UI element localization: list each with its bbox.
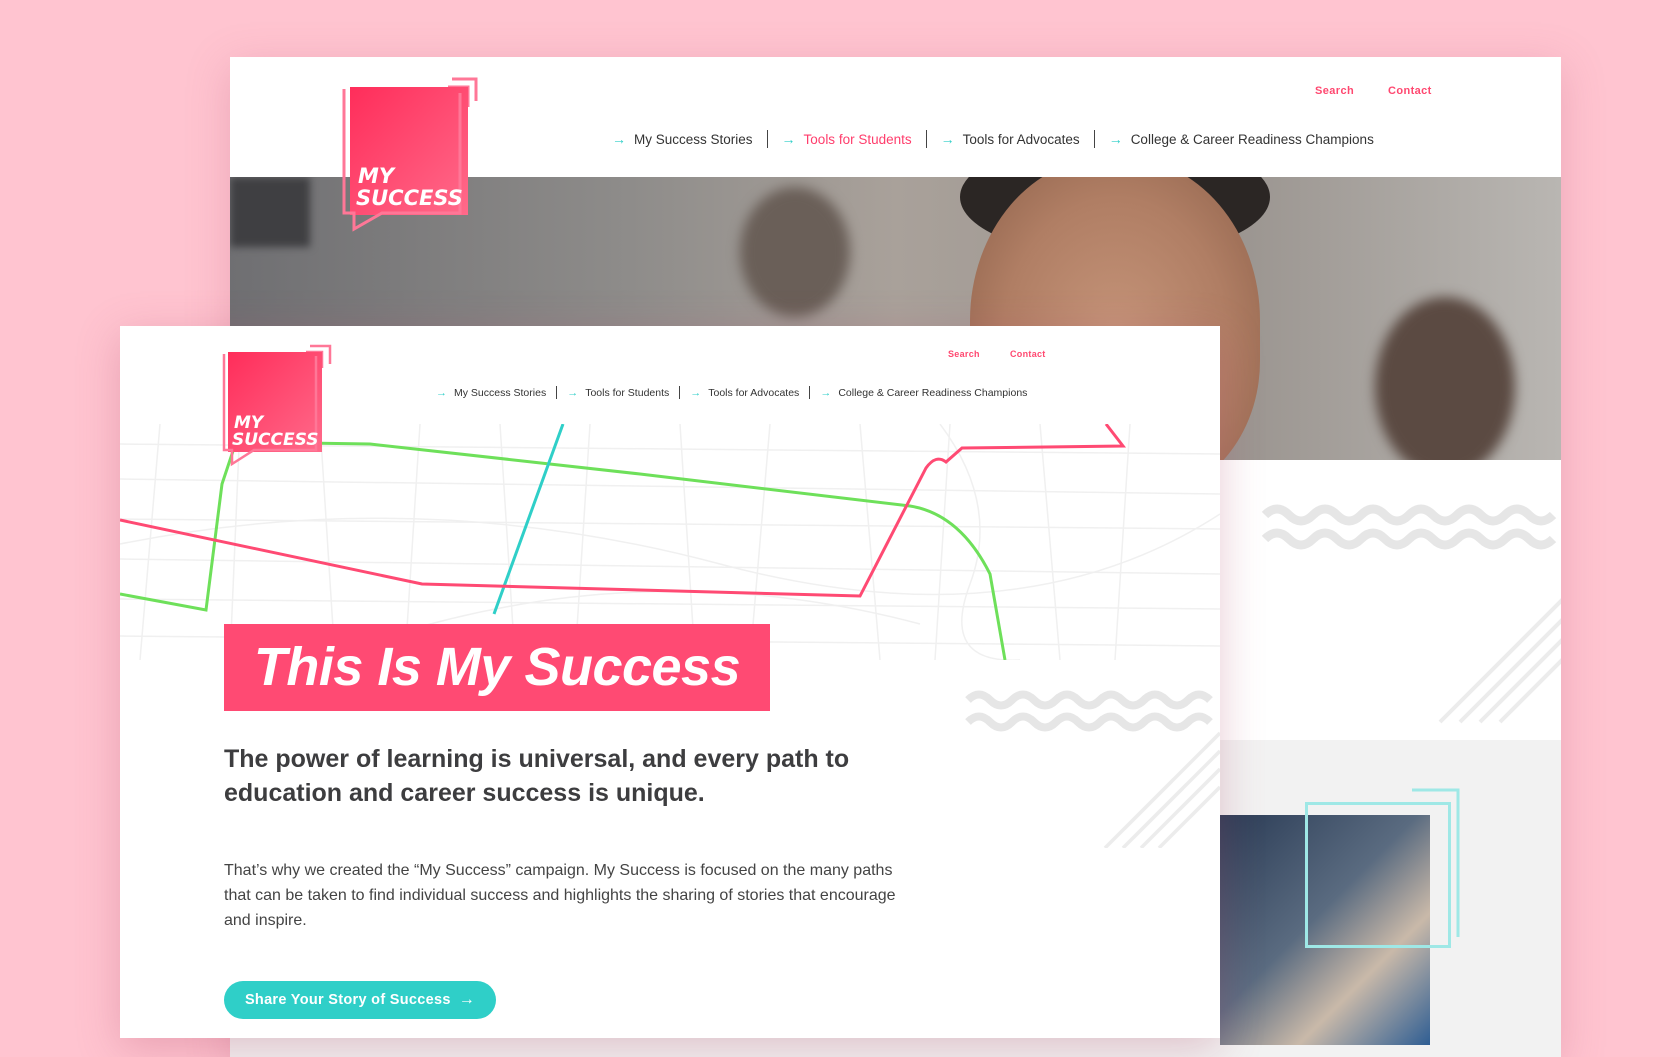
nav-item-label: My Success Stories (454, 386, 547, 399)
logo-text-success: SUCCESS (356, 186, 463, 210)
decorative-frame-corner-icon (1412, 788, 1460, 937)
nav-item-label: College & Career Readiness Champions (1130, 131, 1374, 147)
nav-item-college-career-champions[interactable]: → College & Career Readiness Champions (820, 387, 1027, 399)
share-story-button[interactable]: Share Your Story of Success → (224, 981, 496, 1019)
main-nav: → My Success Stories → Tools for Student… (436, 386, 1027, 399)
search-link[interactable]: Search (1315, 85, 1354, 97)
search-link[interactable]: Search (948, 349, 980, 359)
nav-divider (809, 386, 811, 399)
nav-item-my-success-stories[interactable]: → My Success Stories (612, 131, 753, 147)
nav-item-label: College & Career Readiness Champions (838, 386, 1028, 399)
nav-divider (766, 130, 768, 148)
nav-item-tools-for-students[interactable]: → Tools for Students (567, 387, 669, 399)
arrow-right-icon: → (781, 131, 796, 147)
logo-text-success: SUCCESS (232, 430, 319, 450)
decorative-waves-icon (1261, 504, 1561, 724)
my-success-logo-icon: MY SUCCESS (342, 77, 478, 232)
contact-link[interactable]: Contact (1388, 85, 1432, 97)
arrow-right-icon: → (458, 991, 476, 1008)
arrow-right-icon: → (820, 386, 832, 399)
lead-paragraph: The power of learning is universal, and … (224, 745, 850, 807)
nav-divider (556, 386, 558, 399)
nav-divider (925, 130, 927, 148)
nav-item-tools-for-advocates[interactable]: → Tools for Advocates (690, 387, 799, 399)
nav-item-my-success-stories[interactable]: → My Success Stories (436, 387, 546, 399)
nav-divider (679, 386, 681, 399)
main-nav: → My Success Stories → Tools for Student… (612, 130, 1374, 148)
nav-item-tools-for-students[interactable]: → Tools for Students (782, 131, 912, 147)
arrow-right-icon: → (567, 386, 579, 399)
page-title: This Is My Success (253, 637, 741, 697)
nav-divider (1093, 130, 1095, 148)
body-paragraph: That’s why we created the “My Success” c… (224, 862, 896, 929)
nav-item-tools-for-advocates[interactable]: → Tools for Advocates (941, 131, 1080, 147)
arrow-right-icon: → (612, 131, 626, 147)
nav-item-college-career-champions[interactable]: → College & Career Readiness Champions (1109, 131, 1374, 147)
nav-item-label: Tools for Advocates (962, 131, 1080, 147)
decorative-waves-icon (965, 690, 1220, 848)
logo-text-my: MY (358, 164, 396, 188)
front-browser-window: Search Contact → My Success Stories → To… (120, 326, 1220, 1038)
arrow-right-icon: → (436, 386, 447, 399)
nav-item-label: Tools for Advocates (708, 386, 800, 399)
arrow-right-icon: → (940, 131, 955, 147)
nav-item-label: My Success Stories (634, 131, 753, 147)
contact-link[interactable]: Contact (1010, 349, 1046, 359)
cta-label: Share Your Story of Success (244, 992, 451, 1008)
my-success-logo-icon[interactable]: MY SUCCESS (222, 344, 344, 478)
arrow-right-icon: → (690, 386, 702, 399)
hero-title-box: This Is My Success (224, 624, 770, 711)
nav-item-label: Tools for Students (803, 131, 912, 147)
nav-item-label: Tools for Students (585, 386, 670, 399)
arrow-right-icon: → (1108, 131, 1123, 147)
